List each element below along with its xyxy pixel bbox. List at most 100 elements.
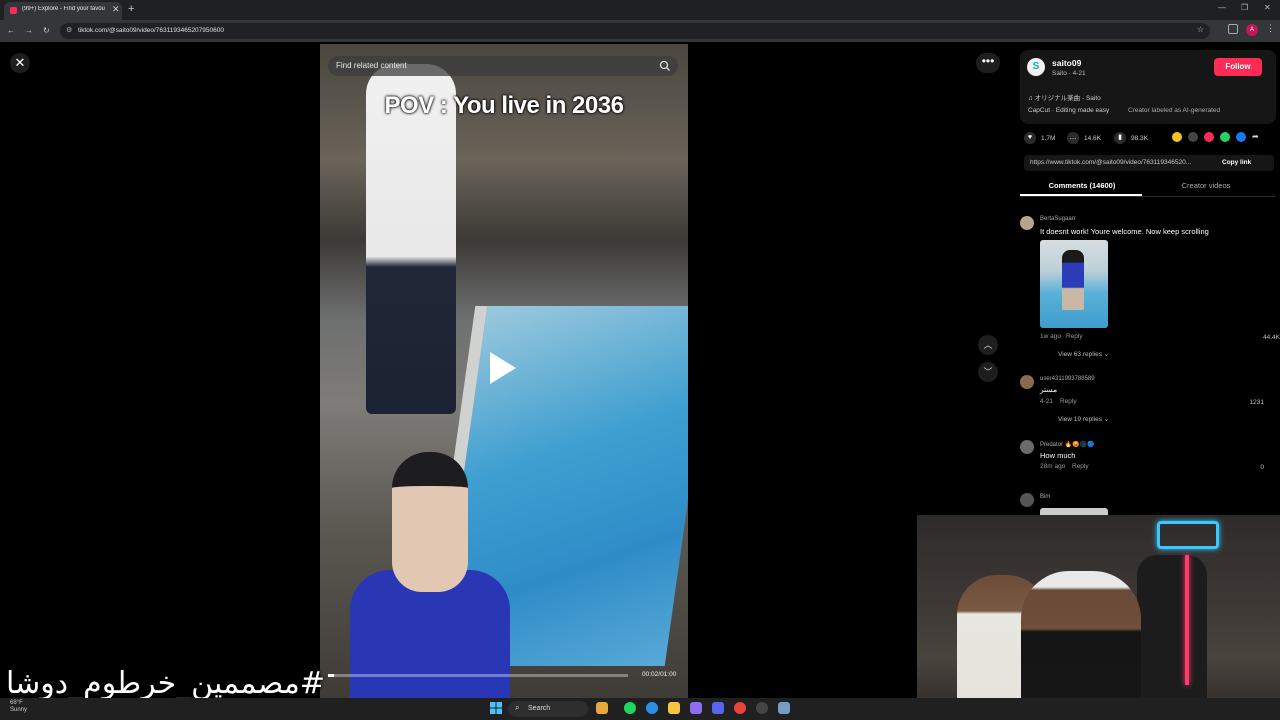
taskbar-search-label: Search (528, 705, 551, 712)
heart-icon[interactable]: ♥ (1024, 132, 1036, 144)
bookmark-star-icon[interactable]: ☆ (1197, 25, 1204, 34)
capcut-link[interactable]: CapCut · Editing made easy (1028, 107, 1109, 114)
search-icon[interactable] (658, 59, 672, 73)
comment-username[interactable]: Bim (1040, 494, 1050, 500)
comment-image[interactable] (1040, 240, 1108, 328)
repost-icon[interactable] (1172, 132, 1182, 142)
tab-comments[interactable]: Comments (14600) (1022, 181, 1142, 190)
weather-widget[interactable]: 68°F Sunny (10, 700, 27, 714)
neon-light-panel (1157, 521, 1219, 549)
video-progress-fill (328, 674, 334, 677)
video-player[interactable]: Find related content POV : You live in 2… (320, 44, 688, 698)
comment-text: مستر (1040, 385, 1058, 394)
creator-avatar[interactable]: S (1027, 58, 1045, 76)
windows-taskbar: 68°F Sunny ⌕ Search (0, 698, 1280, 720)
forward-icon[interactable]: → (25, 26, 33, 35)
browser-tab[interactable]: (99+) Explore - Find your favou ✕ (4, 2, 122, 20)
more-options-button[interactable]: ••• (976, 53, 1000, 73)
likes-count: 1.7M (1041, 135, 1056, 142)
extensions-icon[interactable] (1228, 24, 1238, 34)
settings-icon[interactable] (778, 702, 790, 714)
video-progress-bar[interactable] (328, 674, 628, 677)
minimize-button[interactable]: — (1218, 3, 1226, 12)
comment-username[interactable]: Predator 🔥😡🌑🔵 (1040, 441, 1095, 448)
comment-like-count[interactable]: 0 (1224, 464, 1264, 471)
ai-generated-label: Creator labeled as AI-generated (1128, 107, 1221, 114)
chrome-icon[interactable] (734, 702, 746, 714)
creator-subline: Saito · 4-21 (1052, 70, 1086, 77)
discord-icon[interactable] (712, 702, 724, 714)
comment-text: How much (1040, 451, 1076, 460)
file-explorer-icon[interactable] (668, 702, 680, 714)
facebook-icon[interactable] (1236, 132, 1246, 142)
weather-temp: 68°F (10, 700, 23, 706)
video-time: 00:02/01:00 (642, 671, 677, 678)
embed-icon[interactable] (1188, 132, 1198, 142)
address-bar-row: ← → ↻ ⚙ tiktok.com/@saito09/video/763119… (0, 20, 1280, 42)
video-caption: POV : You live in 2036 (384, 92, 624, 119)
music-link[interactable]: ♫ オリジナル楽曲 - Saito (1028, 92, 1101, 102)
comment-reply-button[interactable]: Reply (1066, 333, 1083, 340)
comment-time: 1w ago (1040, 333, 1061, 340)
taskbar-search-icon: ⌕ (515, 703, 520, 712)
comment-image-person (1062, 250, 1084, 310)
tab-title: (99+) Explore - Find your favou (22, 6, 105, 12)
bookmark-icon[interactable]: ▮ (1114, 132, 1126, 144)
follow-button[interactable]: Follow (1214, 58, 1262, 76)
comment-avatar[interactable] (1020, 216, 1034, 230)
close-window-button[interactable]: ✕ (1264, 3, 1271, 12)
copy-link-button[interactable]: Copy link (1222, 159, 1251, 166)
reload-icon[interactable]: ↻ (43, 26, 50, 35)
edge-icon[interactable] (646, 702, 658, 714)
comment-time: 4-21 (1040, 398, 1054, 405)
comment-text: It doesnt work! Youre welcome. Now keep … (1040, 227, 1209, 236)
app-icon[interactable] (756, 702, 768, 714)
new-tab-button[interactable]: + (128, 3, 134, 15)
comment-avatar[interactable] (1020, 440, 1034, 454)
creator-username[interactable]: saito09 (1052, 58, 1081, 68)
related-search-input[interactable]: Find related content (328, 56, 678, 76)
comment-icon[interactable]: … (1067, 132, 1079, 144)
whatsapp-icon[interactable] (1220, 132, 1230, 142)
browser-menu-icon[interactable]: ⋮ (1266, 23, 1275, 34)
share-arrow-icon[interactable]: ➦ (1252, 132, 1259, 141)
view-replies-button[interactable]: View 19 replies ⌄ (1058, 415, 1109, 423)
comment-username[interactable]: BertaSugaarr (1040, 216, 1076, 222)
share-link-text[interactable]: https://www.tiktok.com/@saito09/video/76… (1030, 159, 1210, 166)
saves-count: 98.3K (1131, 135, 1148, 142)
spotify-icon[interactable] (624, 702, 636, 714)
tab-close-icon[interactable]: ✕ (112, 4, 120, 15)
stats-row: ♥ 1.7M … 14.6K ▮ 98.3K ➦ (1024, 132, 1274, 146)
taskbar-search[interactable]: ⌕ Search (508, 701, 588, 717)
send-to-friends-icon[interactable] (1204, 132, 1214, 142)
close-viewer-button[interactable]: ✕ (10, 53, 30, 73)
browser-tab-bar: (99+) Explore - Find your favou ✕ + — ❐ … (0, 0, 1280, 20)
comment-avatar[interactable] (1020, 493, 1034, 507)
widgets-app-icon[interactable] (596, 702, 608, 714)
led-lamp (1185, 555, 1189, 685)
comment-like-count[interactable]: 44.4K (1240, 334, 1280, 341)
back-icon[interactable]: ← (7, 26, 15, 35)
comment-reply-button[interactable]: Reply (1072, 463, 1089, 470)
tiktok-favicon-icon (10, 7, 17, 14)
restore-button[interactable]: ❐ (1241, 3, 1248, 12)
site-info-icon[interactable]: ⚙ (66, 26, 72, 34)
comments-count: 14.6K (1084, 135, 1101, 142)
url-text: tiktok.com/@saito09/video/76311934652079… (78, 27, 224, 34)
presenter-face (392, 452, 468, 592)
tab-creator-videos[interactable]: Creator videos (1146, 181, 1266, 190)
webcam-overlay (917, 515, 1280, 720)
comment-username[interactable]: user4311993788589 (1040, 376, 1095, 382)
view-replies-button[interactable]: View 63 replies ⌄ (1058, 350, 1109, 358)
previous-video-button[interactable]: ︿ (978, 335, 998, 355)
url-field[interactable]: ⚙ tiktok.com/@saito09/video/763119346520… (60, 23, 1210, 39)
next-video-button[interactable]: ﹀ (978, 362, 998, 382)
comment-like-count[interactable]: 1231 (1224, 399, 1264, 406)
comment-avatar[interactable] (1020, 375, 1034, 389)
profile-avatar[interactable]: A (1246, 24, 1258, 36)
windows-start-icon[interactable] (490, 702, 502, 714)
copilot-icon[interactable] (690, 702, 702, 714)
comment-reply-button[interactable]: Reply (1060, 398, 1077, 405)
video-presenter-figure (350, 452, 510, 698)
play-icon[interactable] (490, 352, 516, 384)
